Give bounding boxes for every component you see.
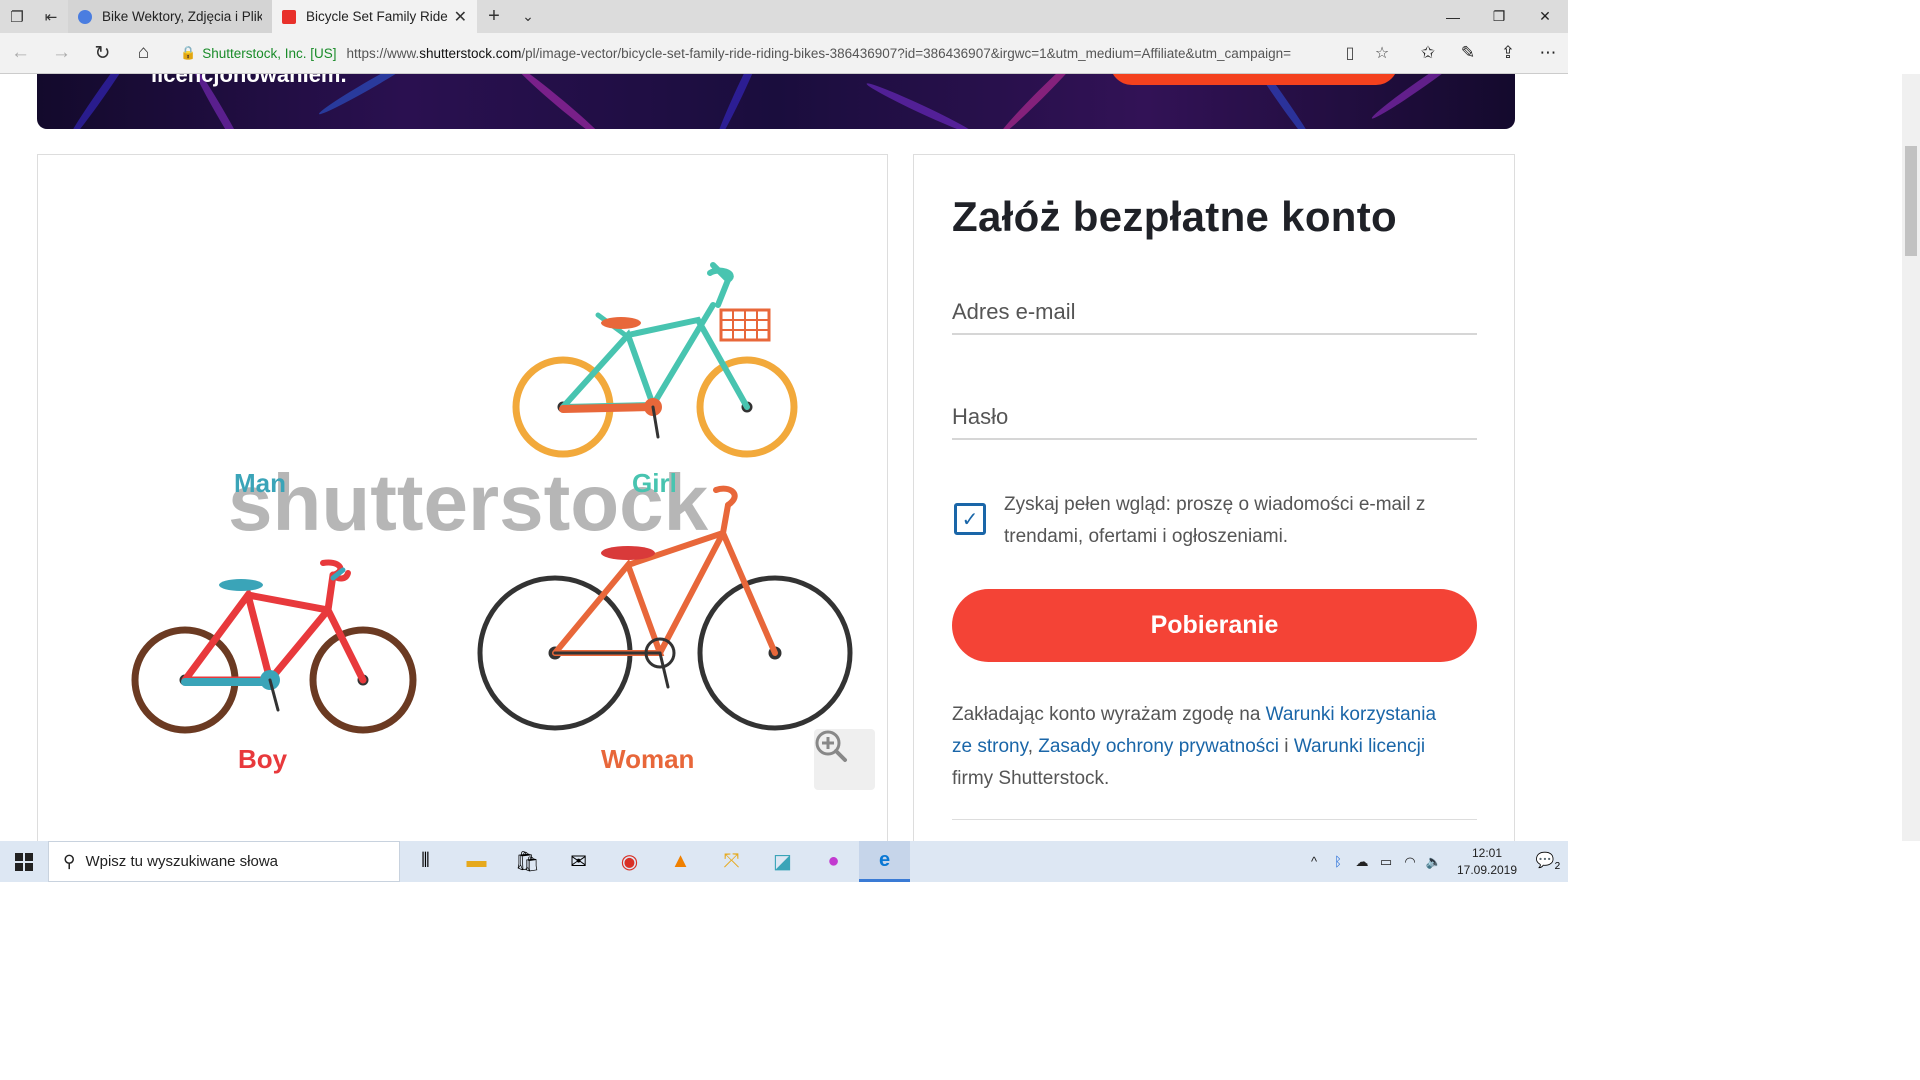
paint-icon[interactable]: ● bbox=[808, 841, 859, 882]
notifications-icon[interactable]: 💬2 bbox=[1528, 851, 1568, 872]
more-menu-icon[interactable]: ⋯ bbox=[1528, 43, 1568, 63]
file-explorer-icon[interactable]: ▬ bbox=[451, 841, 502, 882]
new-tab-button[interactable]: + bbox=[477, 0, 511, 33]
banner-cta-button[interactable] bbox=[1110, 74, 1398, 85]
email-field[interactable]: Adres e-mail bbox=[952, 295, 1477, 335]
volume-icon[interactable]: 🔈 bbox=[1422, 854, 1446, 870]
download-button[interactable]: Pobieranie bbox=[952, 589, 1477, 662]
chevron-up-icon[interactable]: ^ bbox=[1302, 854, 1326, 869]
password-placeholder: Hasło bbox=[952, 404, 1009, 429]
reading-view-icon[interactable]: ▯ bbox=[1334, 43, 1366, 63]
page-scrollbar[interactable] bbox=[1902, 74, 1920, 841]
privacy-policy-link[interactable]: Zasady ochrony prywatności bbox=[1038, 736, 1279, 757]
shutterstock-tab-icon bbox=[78, 9, 92, 24]
newsletter-checkbox[interactable]: ✓ bbox=[954, 503, 986, 535]
clock-date: 17.09.2019 bbox=[1456, 862, 1518, 877]
tab-bicycle-set[interactable]: Bicycle Set Family Ride : ✕ bbox=[272, 0, 477, 33]
clock-time: 12:01 bbox=[1471, 845, 1503, 860]
chrome-icon[interactable]: ◉ bbox=[604, 841, 655, 882]
app-icon-2[interactable]: ◪ bbox=[757, 841, 808, 882]
divider bbox=[952, 819, 1477, 820]
newsletter-label: Zyskaj pełen wgląd: proszę o wiadomości … bbox=[1004, 494, 1426, 547]
search-placeholder: Wpisz tu wyszukiwane słowa bbox=[85, 853, 279, 870]
lock-icon: 🔒 bbox=[180, 45, 197, 60]
tab-list-icon[interactable]: ❐ bbox=[0, 0, 34, 33]
start-button[interactable] bbox=[0, 841, 48, 882]
close-tab-icon[interactable]: ✕ bbox=[454, 7, 467, 27]
license-terms-link[interactable]: Warunki licencji bbox=[1294, 736, 1425, 757]
back-button[interactable]: ← bbox=[0, 42, 41, 64]
signup-panel: Załóż bezpłatne konto Adres e-mail Hasło… bbox=[913, 154, 1515, 841]
signup-heading: Załóż bezpłatne konto bbox=[952, 193, 1397, 240]
restore-button[interactable]: ❐ bbox=[1476, 0, 1522, 33]
app-icon[interactable]: ⤧ bbox=[706, 841, 757, 882]
label-girl: Girl bbox=[632, 468, 677, 498]
store-icon[interactable]: 🛍 bbox=[502, 841, 553, 882]
boy-bike bbox=[131, 559, 417, 734]
system-tray: ^ ᛒ ☁ ▭ ◠ 🔈 12:01 17.09.2019 💬2 bbox=[1302, 841, 1568, 882]
email-placeholder: Adres e-mail bbox=[952, 299, 1076, 324]
taskbar: ⚲ Wpisz tu wyszukiwane słowa ⫴ ▬ 🛍 ✉ ◉ ▲… bbox=[0, 841, 1568, 882]
zoom-button[interactable] bbox=[814, 729, 875, 790]
network-warning-icon[interactable]: ☁ bbox=[1350, 854, 1374, 870]
page-content: licencjonowaniem. shutterstock Man Girl … bbox=[0, 74, 1550, 841]
bluetooth-icon[interactable]: ᛒ bbox=[1326, 854, 1350, 869]
windows-logo-icon bbox=[15, 852, 33, 871]
zoom-in-icon bbox=[815, 730, 847, 762]
girl-bike bbox=[512, 262, 798, 458]
minimize-button[interactable]: — bbox=[1430, 0, 1476, 33]
banner-text: licencjonowaniem. bbox=[151, 74, 347, 87]
mail-icon[interactable]: ✉ bbox=[553, 841, 604, 882]
label-man: Man bbox=[234, 468, 286, 498]
tab-bar: ❐ ⇤ Bike Wektory, Zdjęcia i Pliki Bicycl… bbox=[0, 0, 1568, 33]
home-button[interactable]: ⌂ bbox=[123, 42, 164, 64]
share-icon[interactable]: ⇪ bbox=[1488, 43, 1528, 63]
close-window-button[interactable]: ✕ bbox=[1522, 0, 1568, 33]
url-text: https://www.shutterstock.com/pl/image-ve… bbox=[346, 45, 1291, 61]
label-woman: Woman bbox=[601, 744, 694, 774]
taskbar-search[interactable]: ⚲ Wpisz tu wyszukiwane słowa bbox=[48, 841, 400, 882]
edge-icon[interactable]: e bbox=[859, 841, 910, 882]
url-field[interactable]: 🔒 Shutterstock, Inc. [US] https://www.sh… bbox=[180, 38, 1398, 68]
vlc-icon[interactable]: ▲ bbox=[655, 841, 706, 882]
tab-title: Bike Wektory, Zdjęcia i Pliki bbox=[102, 9, 262, 24]
tab-preview-chevron-icon[interactable]: ⌄ bbox=[511, 0, 545, 33]
tab-title: Bicycle Set Family Ride : bbox=[306, 9, 448, 24]
bicycle-illustration: shutterstock Man Girl Boy Woman bbox=[131, 262, 853, 774]
web-note-icon[interactable]: ✎ bbox=[1448, 43, 1488, 63]
password-field[interactable]: Hasło bbox=[952, 400, 1477, 440]
shutterstock-tab-icon bbox=[282, 9, 296, 24]
image-preview: shutterstock Man Girl Boy Woman bbox=[37, 154, 888, 841]
battery-icon[interactable]: ▭ bbox=[1374, 854, 1398, 870]
certificate-label: Shutterstock, Inc. [US] bbox=[202, 45, 337, 61]
wifi-icon[interactable]: ◠ bbox=[1398, 854, 1422, 870]
search-icon: ⚲ bbox=[63, 851, 76, 871]
label-boy: Boy bbox=[238, 744, 288, 774]
set-aside-tabs-icon[interactable]: ⇤ bbox=[34, 0, 68, 33]
clock[interactable]: 12:01 17.09.2019 bbox=[1446, 845, 1528, 879]
scrollbar-thumb[interactable] bbox=[1905, 146, 1917, 256]
task-view-icon[interactable]: ⫴ bbox=[400, 841, 451, 882]
promo-banner: licencjonowaniem. bbox=[37, 74, 1515, 129]
address-bar: ← → ↻ ⌂ 🔒 Shutterstock, Inc. [US] https:… bbox=[0, 33, 1568, 74]
forward-button[interactable]: → bbox=[41, 42, 82, 64]
favorites-hub-icon[interactable]: ✩ bbox=[1408, 43, 1448, 63]
favorite-star-icon[interactable]: ☆ bbox=[1366, 43, 1398, 63]
refresh-button[interactable]: ↻ bbox=[82, 42, 123, 65]
terms-text: Zakładając konto wyrażam zgodę na Warunk… bbox=[952, 704, 1437, 789]
tab-bike-vectors[interactable]: Bike Wektory, Zdjęcia i Pliki bbox=[68, 0, 272, 33]
